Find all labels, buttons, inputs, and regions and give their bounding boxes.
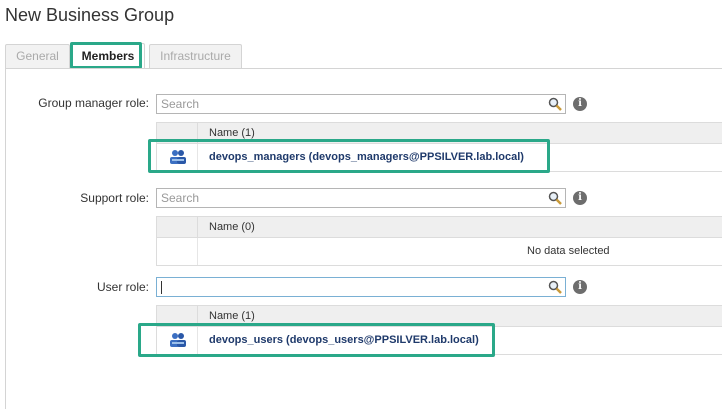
group-manager-members-grid: Name (1) devops_managers (devops_manager… — [156, 122, 722, 172]
tab-members[interactable]: Members — [71, 43, 145, 69]
table-row[interactable]: devops_managers (devops_managers@PPSILVE… — [157, 144, 722, 172]
user-members-grid: Name (1) devops_users (devops_users@PPSI… — [156, 305, 722, 355]
member-name: devops_managers (devops_managers@PPSILVE… — [209, 151, 524, 163]
group-manager-role-label: Group manager role: — [38, 96, 149, 110]
group-manager-search-input[interactable] — [157, 95, 550, 113]
user-role-label: User role: — [96, 280, 149, 294]
select-column-header — [157, 306, 198, 326]
magnifier-icon[interactable] — [548, 97, 562, 111]
support-search-field — [156, 188, 566, 208]
user-search-input[interactable] — [157, 278, 550, 296]
select-column-header — [157, 217, 198, 237]
user-info-icon[interactable]: i — [573, 280, 587, 294]
support-role-label: Support role: — [80, 191, 149, 205]
grid-header: Name (0) — [157, 216, 722, 238]
user-search-field — [156, 277, 566, 297]
grid-header: Name (1) — [157, 305, 722, 327]
support-search-input[interactable] — [157, 189, 550, 207]
name-column-header[interactable]: Name (0) — [209, 221, 255, 233]
grid-header: Name (1) — [157, 122, 722, 144]
text-cursor — [161, 281, 162, 294]
empty-row: No data selected — [157, 238, 722, 266]
support-info-icon[interactable]: i — [573, 191, 587, 205]
support-members-grid: Name (0) No data selected — [156, 216, 722, 266]
empty-message: No data selected — [527, 245, 610, 257]
page-title: New Business Group — [5, 5, 175, 25]
table-row[interactable]: devops_users (devops_users@PPSILVER.lab.… — [157, 327, 722, 355]
group-manager-info-icon[interactable]: i — [573, 97, 587, 111]
name-column-header[interactable]: Name (1) — [209, 310, 255, 322]
select-column-header — [157, 123, 198, 143]
user-group-icon — [170, 333, 186, 347]
tab-infrastructure: Infrastructure — [149, 44, 242, 68]
magnifier-icon[interactable] — [548, 280, 562, 294]
user-group-icon — [170, 150, 186, 164]
name-column-header[interactable]: Name (1) — [209, 127, 255, 139]
tab-general[interactable]: General — [5, 44, 70, 68]
group-manager-search-field — [156, 94, 566, 114]
magnifier-icon[interactable] — [548, 191, 562, 205]
member-name: devops_users (devops_users@PPSILVER.lab.… — [209, 334, 479, 346]
